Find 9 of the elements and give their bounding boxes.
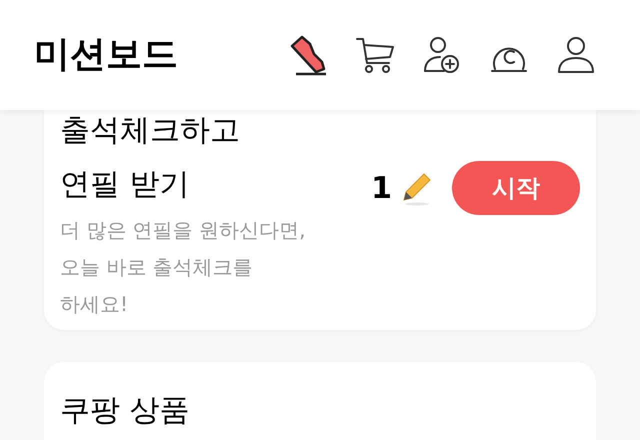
reward-count: 1	[371, 170, 392, 208]
page-title: 미션보드	[34, 33, 178, 77]
section-title: 쿠팡 상품	[60, 393, 190, 428]
user-icon[interactable]	[556, 35, 596, 75]
add-user-icon[interactable]	[422, 35, 462, 75]
cart-icon[interactable]	[355, 35, 395, 75]
start-button[interactable]: 시작	[452, 161, 580, 215]
mission-title: 출석체크하고 연필 받기	[60, 112, 241, 204]
mission-description: 더 많은 연필을 원하신다면, 오늘 바로 출석체크를 하세요!	[60, 216, 306, 318]
